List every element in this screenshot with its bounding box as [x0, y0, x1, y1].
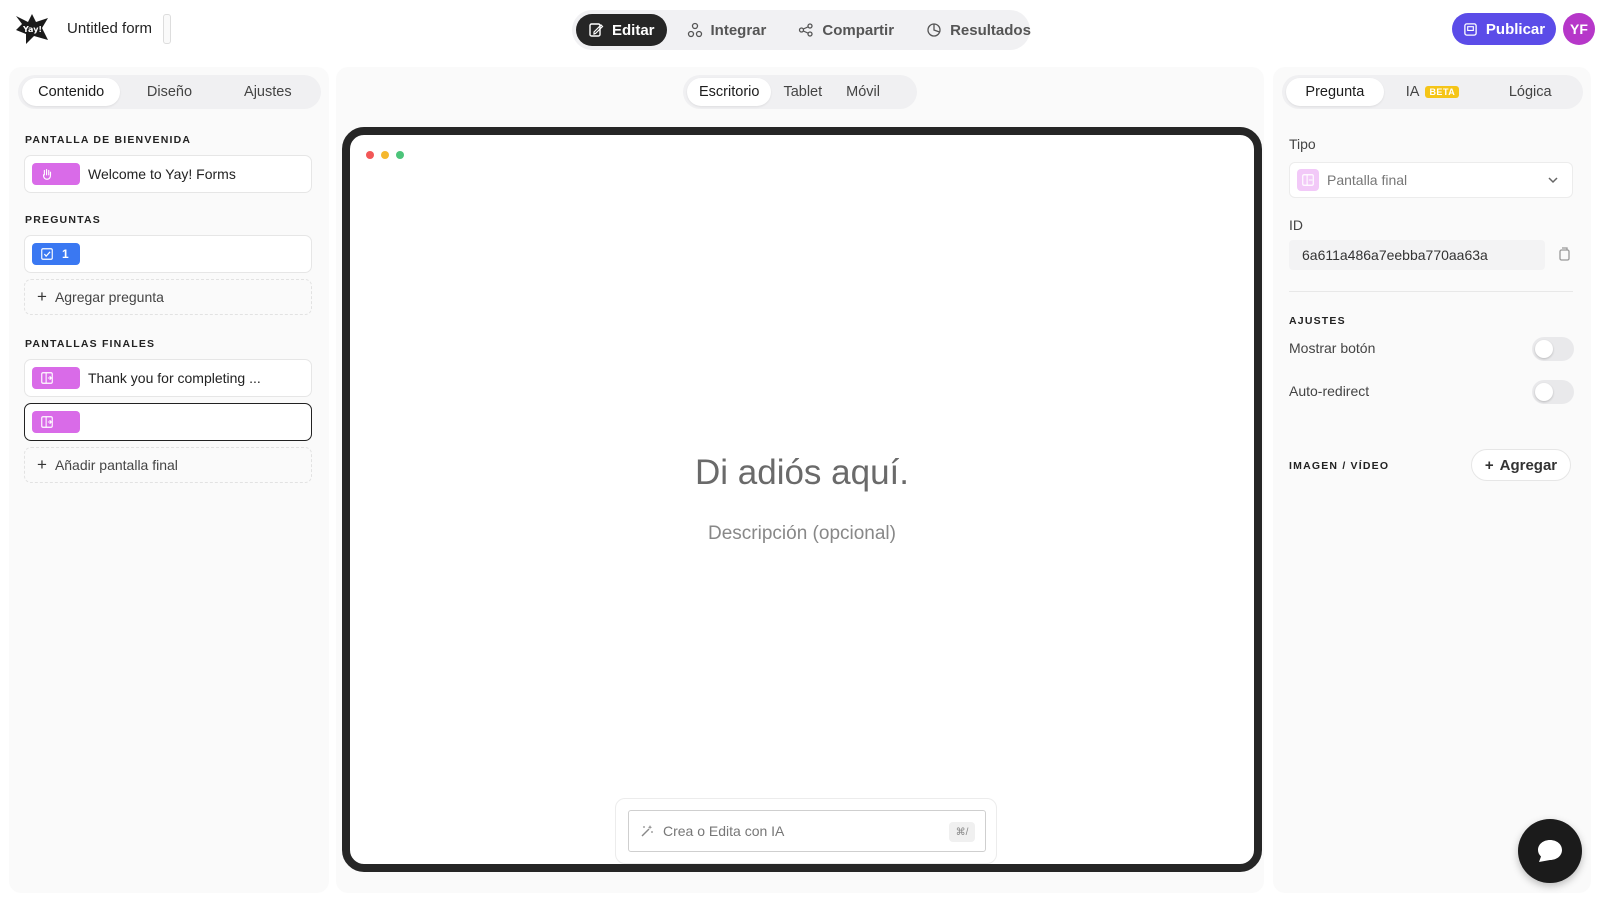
preview-area: Escritorio Tablet Móvil Di adiós aquí. D… [336, 67, 1264, 893]
endings-section-label: PANTALLAS FINALES [25, 338, 156, 350]
results-icon [927, 23, 941, 37]
ending-description[interactable]: Descripción (opcional) [350, 523, 1254, 545]
plus-icon: + [37, 287, 47, 306]
ending-type-icon [1297, 169, 1319, 191]
device-tabs: Escritorio Tablet Móvil [683, 75, 917, 109]
tab-tablet[interactable]: Tablet [771, 78, 834, 106]
ending-screen-item-selected[interactable] [24, 403, 312, 441]
right-panel-tabs: Pregunta IA BETA Lógica [1282, 75, 1583, 109]
divider [1289, 291, 1573, 292]
welcome-item-label: Welcome to Yay! Forms [88, 166, 236, 182]
beta-badge: BETA [1425, 86, 1460, 98]
auto-redirect-toggle[interactable] [1532, 380, 1574, 404]
publish-button[interactable]: Publicar [1452, 13, 1556, 45]
welcome-screen-item[interactable]: Welcome to Yay! Forms [24, 155, 312, 193]
plus-icon: + [1484, 456, 1494, 474]
tab-logica[interactable]: Lógica [1481, 78, 1579, 106]
hand-wave-icon [42, 169, 52, 180]
tab-ia[interactable]: IA BETA [1384, 78, 1482, 106]
type-label: Tipo [1289, 136, 1316, 152]
user-avatar[interactable]: YF [1563, 13, 1595, 45]
question-item[interactable]: 1 [24, 235, 312, 273]
checkbox-icon [41, 248, 53, 260]
plus-icon: + [37, 455, 47, 474]
publish-icon [1464, 22, 1477, 36]
exit-icon [41, 372, 53, 384]
type-value: Pantalla final [1327, 172, 1408, 188]
tab-pregunta[interactable]: Pregunta [1286, 78, 1384, 106]
auto-redirect-label: Auto-redirect [1289, 383, 1370, 399]
show-button-label: Mostrar botón [1289, 340, 1376, 356]
tab-integrar[interactable]: Integrar [675, 14, 779, 46]
magic-wand-icon [641, 825, 653, 837]
ending-title[interactable]: Di adiós aquí. [350, 453, 1254, 493]
window-dots [366, 151, 404, 159]
ending-chip [32, 411, 80, 433]
green-dot [396, 151, 404, 159]
copy-icon[interactable] [1556, 246, 1572, 262]
red-dot [366, 151, 374, 159]
mode-tabs: Editar Integrar Compartir Resultados [572, 10, 1031, 50]
desktop-preview-frame: Di adiós aquí. Descripción (opcional) Cr… [342, 127, 1262, 872]
welcome-section-label: PANTALLA DE BIENVENIDA [25, 134, 192, 146]
content-sidebar: Contenido Diseño Ajustes PANTALLA DE BIE… [9, 67, 329, 893]
ending-chip [32, 367, 80, 389]
share-icon [799, 23, 814, 37]
edit-icon [589, 23, 604, 37]
question-chip: 1 [32, 243, 80, 265]
question-number: 1 [62, 247, 69, 261]
id-field[interactable]: 6a611a486a7eebba770aa63a [1289, 240, 1545, 270]
add-media-button[interactable]: + Agregar [1471, 449, 1571, 481]
exit-icon [41, 416, 53, 428]
add-question-button[interactable]: + Agregar pregunta [24, 279, 312, 315]
tab-editar[interactable]: Editar [576, 14, 667, 46]
ai-prompt-input[interactable]: Crea o Edita con IA ⌘/ [628, 810, 986, 852]
ending-screen-item[interactable]: Thank you for completing ... [24, 359, 312, 397]
type-select[interactable]: Pantalla final [1289, 162, 1573, 198]
integrations-icon [687, 22, 702, 38]
chevron-down-icon [1548, 177, 1558, 184]
show-button-toggle[interactable] [1532, 337, 1574, 361]
ai-shortcut-badge: ⌘/ [949, 822, 975, 842]
top-bar: Yay! Untitled form Editar Integrar Compa… [0, 0, 1600, 60]
properties-panel: Pregunta IA BETA Lógica Tipo Pantalla fi… [1273, 67, 1591, 893]
form-title-edit-handle[interactable] [163, 14, 171, 44]
tab-resultados[interactable]: Resultados [914, 14, 1043, 46]
add-ending-button[interactable]: + Añadir pantalla final [24, 447, 312, 483]
questions-section-label: PREGUNTAS [25, 214, 101, 226]
ai-assistant-box: Crea o Edita con IA ⌘/ [615, 798, 997, 864]
settings-section-label: AJUSTES [1289, 315, 1346, 327]
left-panel-tabs: Contenido Diseño Ajustes [18, 75, 321, 109]
ai-prompt-placeholder: Crea o Edita con IA [663, 823, 785, 839]
yay-logo-icon[interactable]: Yay! [14, 12, 50, 46]
svg-text:Yay!: Yay! [22, 25, 42, 34]
tab-diseno[interactable]: Diseño [120, 78, 218, 106]
chat-icon [1538, 840, 1562, 862]
id-label: ID [1289, 217, 1303, 233]
yellow-dot [381, 151, 389, 159]
form-title[interactable]: Untitled form [67, 20, 152, 37]
tab-contenido[interactable]: Contenido [22, 78, 121, 106]
media-section-label: IMAGEN / VÍDEO [1289, 460, 1390, 472]
ending-item-label: Thank you for completing ... [88, 370, 261, 386]
tab-escritorio[interactable]: Escritorio [687, 78, 772, 106]
tab-compartir[interactable]: Compartir [786, 14, 906, 46]
chat-support-button[interactable] [1518, 819, 1582, 883]
tab-movil[interactable]: Móvil [834, 78, 892, 106]
welcome-chip [32, 163, 80, 185]
tab-ajustes[interactable]: Ajustes [219, 78, 317, 106]
